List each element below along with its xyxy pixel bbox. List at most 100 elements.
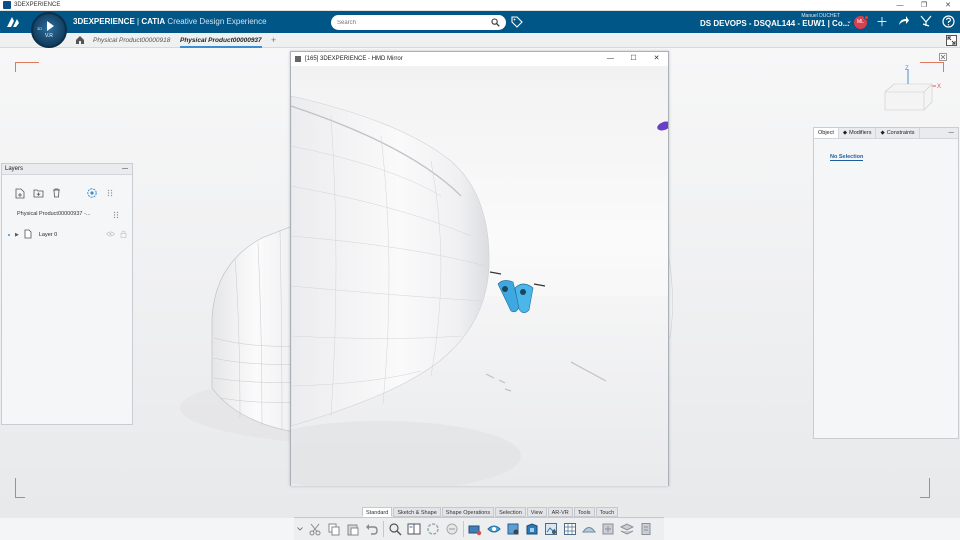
properties-tabs: Object ◆ Modifiers ◆ Constraints — <box>814 128 958 139</box>
add-tab-button[interactable]: + <box>271 33 276 48</box>
tab-tools[interactable]: Tools <box>573 507 595 517</box>
minimize-button[interactable]: — <box>599 52 622 66</box>
update-icon[interactable] <box>424 521 441 538</box>
avatar[interactable]: ML <box>854 15 869 29</box>
home-icon[interactable] <box>75 35 85 47</box>
tab-sketch-shape[interactable]: Sketch & Shape <box>393 507 441 517</box>
layer-settings-icon[interactable] <box>86 187 98 199</box>
hmd-window-controls: — ☐ ✕ <box>599 52 668 66</box>
toolbar-separator <box>383 521 384 537</box>
search-box[interactable] <box>331 15 506 30</box>
maximize-button[interactable]: ☐ <box>622 52 645 66</box>
toolbar-collapse-icon[interactable] <box>296 521 304 538</box>
tab-view[interactable]: View <box>526 507 547 517</box>
document-tab-bar: Physical Product00000918 Physical Produc… <box>0 33 960 48</box>
vr-tool-icon[interactable] <box>466 521 483 538</box>
frame-corner <box>15 478 25 498</box>
share-icon[interactable] <box>897 15 911 29</box>
frame-corner <box>920 478 930 498</box>
drag-handle-icon[interactable] <box>113 211 119 221</box>
brand-subtitle: Creative Design Experience <box>165 17 267 26</box>
tab-physical-product-937[interactable]: Physical Product00000937 <box>180 33 262 48</box>
hmd-window-titlebar[interactable]: [165] 3DEXPERIENCE - HMD Mirror — ☐ ✕ <box>291 52 668 66</box>
restore-button[interactable]: ❐ <box>912 0 936 11</box>
tab-modifiers-label: Modifiers <box>849 129 872 136</box>
top-bar: 3DEXPERIENCE | CATIA Creative Design Exp… <box>0 11 960 33</box>
close-button[interactable]: ✕ <box>936 0 960 11</box>
avatar-initials: ML <box>857 19 864 25</box>
tab-modifiers[interactable]: ◆ Modifiers <box>839 128 877 138</box>
vr-document-icon[interactable] <box>637 521 654 538</box>
vr-teleport-icon[interactable] <box>504 521 521 538</box>
drag-handle-icon[interactable] <box>104 187 116 199</box>
os-title-bar: 3DEXPERIENCE — ❐ ✕ <box>0 0 960 11</box>
tab-shape-operations[interactable]: Shape Operations <box>441 507 495 517</box>
hmd-mirror-window[interactable]: [165] 3DEXPERIENCE - HMD Mirror — ☐ ✕ <box>290 51 669 486</box>
expand-caret-icon[interactable]: ▶ <box>15 232 19 238</box>
minimize-panel-button[interactable]: — <box>949 128 959 138</box>
layers-panel-title: Layers <box>5 166 24 172</box>
minimize-panel-button[interactable]: — <box>122 164 128 175</box>
search-icon[interactable] <box>491 18 500 29</box>
frame-corner <box>15 62 39 72</box>
brand-app: CATIA <box>141 17 166 26</box>
tab-physical-product-918[interactable]: Physical Product00000918 <box>93 33 170 48</box>
layer-root-label[interactable]: Physical Product00000937 -... <box>17 211 90 217</box>
measure-icon[interactable] <box>443 521 460 538</box>
help-icon[interactable] <box>941 15 955 29</box>
lock-icon[interactable] <box>120 230 127 240</box>
vr-scene-render <box>291 95 668 486</box>
constraints-icon: ◆ <box>880 129 885 136</box>
vr-view-icon[interactable] <box>485 521 502 538</box>
compass-widget[interactable]: 3D V.R <box>31 12 67 48</box>
cut-icon[interactable] <box>306 521 323 538</box>
vr-scene-icon[interactable] <box>542 521 559 538</box>
vr-export-icon[interactable] <box>599 521 616 538</box>
close-button[interactable]: ✕ <box>645 52 668 66</box>
plus-icon[interactable]: ＋ <box>875 15 889 29</box>
layer-row[interactable]: ▶ Layer 0 <box>8 229 130 241</box>
vr-grid-icon[interactable] <box>561 521 578 538</box>
minimize-button[interactable]: — <box>888 0 912 11</box>
tab-selection[interactable]: Selection <box>495 507 526 517</box>
vr-snapshot-icon[interactable] <box>523 521 540 538</box>
copy-icon[interactable] <box>325 521 342 538</box>
layers-panel-header: Layers — <box>2 164 132 175</box>
tag-icon[interactable] <box>511 16 523 30</box>
compass-version: V.R <box>45 33 53 39</box>
paste-icon[interactable] <box>344 521 361 538</box>
tab-constraints[interactable]: ◆ Constraints <box>876 128 920 138</box>
tab-standard[interactable]: Standard <box>362 507 393 517</box>
catalog-icon[interactable] <box>405 521 422 538</box>
zoom-icon[interactable] <box>386 521 403 538</box>
apps-icon[interactable] <box>919 15 933 29</box>
layers-panel: Layers — Physical Product00000937 -... ▶… <box>1 163 133 425</box>
search-input[interactable] <box>337 19 487 26</box>
visibility-icon[interactable] <box>106 231 115 239</box>
hmd-vr-scene <box>291 66 668 486</box>
new-layer-icon[interactable] <box>14 187 26 199</box>
os-window-controls: — ❐ ✕ <box>888 0 960 11</box>
tab-constraints-label: Constraints <box>886 129 915 136</box>
ds-logo-icon[interactable] <box>0 11 26 33</box>
layer-document-icon <box>24 229 32 241</box>
tenant-selector[interactable]: DS DEVOPS - DSQAL144 - EUW1 | Co... <box>700 11 849 33</box>
window-icon <box>295 56 301 62</box>
tab-ar-vr[interactable]: AR-VR <box>547 507 573 517</box>
fullscreen-icon[interactable] <box>946 35 957 46</box>
tab-object[interactable]: Object <box>814 128 839 138</box>
vr-layers-icon[interactable] <box>618 521 635 538</box>
close-icon[interactable] <box>939 53 947 61</box>
delete-icon[interactable] <box>50 187 62 199</box>
tab-object-label: Object <box>818 129 834 136</box>
toolbar-separator <box>463 521 464 537</box>
command-tabs: Standard Sketch & Shape Shape Operations… <box>362 507 619 517</box>
tab-touch[interactable]: Touch <box>595 507 619 517</box>
notification-dot <box>864 15 869 20</box>
view-cube[interactable]: Z X <box>880 64 944 126</box>
vr-surface-icon[interactable] <box>580 521 597 538</box>
layer-toolbar <box>14 187 116 199</box>
new-folder-icon[interactable] <box>32 187 44 199</box>
undo-icon[interactable] <box>363 521 380 538</box>
no-selection-label: No Selection <box>830 154 864 161</box>
